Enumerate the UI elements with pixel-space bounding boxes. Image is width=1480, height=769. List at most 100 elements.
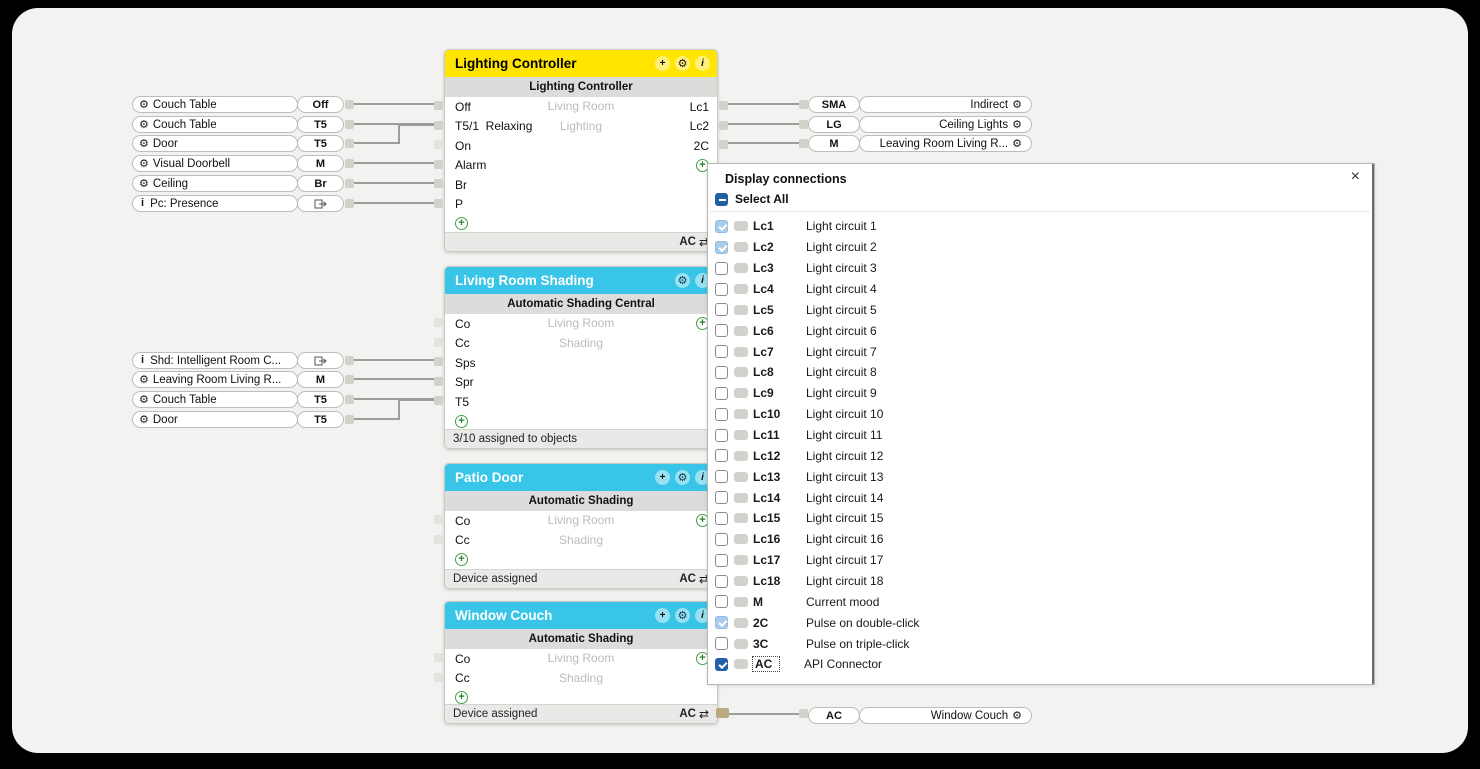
device-tag-couch-table[interactable]: ⚙Couch Table T5 — [132, 116, 344, 133]
gear-icon[interactable]: ⚙ — [1012, 99, 1022, 110]
input-port[interactable]: Co — [445, 649, 717, 669]
connection-checkbox[interactable] — [715, 220, 728, 233]
connector-stub[interactable] — [345, 159, 354, 168]
connector-stub[interactable] — [345, 199, 354, 208]
connector-stub[interactable] — [345, 375, 354, 384]
connection-checkbox[interactable] — [715, 366, 728, 379]
input-port[interactable]: T5 — [445, 392, 717, 412]
device-tag-visual-doorbell[interactable]: ⚙Visual Doorbell M — [132, 155, 344, 172]
device-tag-couch-table[interactable]: ⚙Couch Table T5 — [132, 391, 344, 408]
api-connector-stub[interactable] — [716, 708, 729, 718]
input-port[interactable]: Cc — [445, 531, 717, 551]
gear-icon[interactable]: ⚙ — [1012, 119, 1022, 130]
input-port[interactable]: Spr — [445, 373, 717, 393]
connection-row[interactable]: M Current mood — [715, 591, 1364, 612]
gear-icon[interactable]: ⚙ — [675, 56, 690, 71]
connection-row[interactable]: Lc18 Light circuit 18 — [715, 571, 1364, 592]
output-tag-ceiling-lights[interactable]: LG Ceiling Lights⚙ — [808, 116, 1032, 133]
connection-row[interactable]: Lc12 Light circuit 12 — [715, 445, 1364, 466]
scrollbar[interactable] — [1372, 164, 1375, 684]
connection-row[interactable]: Lc17 Light circuit 17 — [715, 550, 1364, 571]
connector-stub[interactable] — [345, 139, 354, 148]
connection-checkbox[interactable] — [715, 449, 728, 462]
input-stub[interactable] — [434, 673, 443, 682]
gear-icon[interactable]: ⚙ — [139, 394, 149, 405]
info-icon[interactable]: i — [139, 198, 146, 209]
block-living-room-shading[interactable]: Living Room Shading ⚙ i Automatic Shadin… — [444, 266, 718, 449]
connector-stub[interactable] — [345, 395, 354, 404]
input-stub[interactable] — [434, 396, 443, 405]
input-port[interactable]: Cc — [445, 669, 717, 689]
connection-row[interactable]: Lc1 Light circuit 1 — [715, 216, 1364, 237]
gear-icon[interactable]: ⚙ — [139, 158, 149, 169]
connector-stub[interactable] — [345, 100, 354, 109]
device-tag-leaving-room[interactable]: ⚙Leaving Room Living R... M — [132, 371, 344, 388]
connection-checkbox[interactable] — [715, 595, 728, 608]
connection-checkbox[interactable] — [715, 554, 728, 567]
connection-checkbox[interactable] — [715, 387, 728, 400]
connection-checkbox[interactable] — [715, 241, 728, 254]
output-tag-indirect[interactable]: SMA Indirect⚙ — [808, 96, 1032, 113]
connection-row[interactable]: Lc2 Light circuit 2 — [715, 237, 1364, 258]
add-input-icon[interactable]: + — [455, 415, 468, 428]
input-stub[interactable] — [434, 140, 443, 149]
connection-checkbox[interactable] — [715, 262, 728, 275]
connection-checkbox[interactable] — [715, 637, 728, 650]
connection-row[interactable]: Lc9 Light circuit 9 — [715, 383, 1364, 404]
connection-checkbox[interactable] — [715, 283, 728, 296]
connection-checkbox[interactable] — [715, 324, 728, 337]
connection-checkbox[interactable] — [715, 575, 728, 588]
output-port[interactable]: Lc1 — [690, 97, 709, 117]
input-stub[interactable] — [434, 377, 443, 386]
gear-icon[interactable]: ⚙ — [139, 99, 149, 110]
add-input-icon[interactable]: + — [455, 553, 468, 566]
connector-stub[interactable] — [345, 120, 354, 129]
input-port[interactable]: Co — [445, 314, 717, 334]
gear-icon[interactable]: ⚙ — [675, 470, 690, 485]
input-port[interactable]: P — [445, 195, 717, 215]
output-port[interactable]: 2C — [690, 136, 709, 156]
connector-stub[interactable] — [799, 120, 808, 129]
input-stub[interactable] — [434, 101, 443, 110]
gear-icon[interactable]: ⚙ — [675, 273, 690, 288]
input-stub[interactable] — [434, 160, 443, 169]
block-lighting-controller[interactable]: Lighting Controller + ⚙ i Lighting Contr… — [444, 49, 718, 252]
connection-row[interactable]: Lc11 Light circuit 11 — [715, 425, 1364, 446]
connection-checkbox[interactable] — [715, 303, 728, 316]
block-window-couch[interactable]: Window Couch + ⚙ i Automatic Shading Liv… — [444, 601, 718, 724]
input-stub[interactable] — [434, 199, 443, 208]
connection-checkbox[interactable] — [715, 345, 728, 358]
connection-row[interactable]: 3C Pulse on triple-click — [715, 633, 1364, 654]
connector-stub[interactable] — [345, 356, 354, 365]
connection-row[interactable]: Lc8 Light circuit 8 — [715, 362, 1364, 383]
device-tag-ceiling[interactable]: ⚙Ceiling Br — [132, 175, 344, 192]
gear-icon[interactable]: ⚙ — [1012, 138, 1022, 149]
connector-stub[interactable] — [345, 179, 354, 188]
connection-checkbox[interactable] — [715, 512, 728, 525]
info-icon[interactable]: i — [695, 56, 710, 71]
connection-row[interactable]: Lc15 Light circuit 15 — [715, 508, 1364, 529]
input-port[interactable]: Cc — [445, 334, 717, 354]
gear-icon[interactable]: ⚙ — [1012, 710, 1022, 721]
block-header[interactable]: Lighting Controller + ⚙ i — [445, 50, 717, 77]
connection-row[interactable]: Lc7 Light circuit 7 — [715, 341, 1364, 362]
output-stub[interactable] — [719, 121, 728, 130]
connection-checkbox[interactable] — [715, 616, 728, 629]
connection-row[interactable]: 2C Pulse on double-click — [715, 612, 1364, 633]
connection-checkbox[interactable] — [715, 408, 728, 421]
connection-checkbox[interactable] — [715, 491, 728, 504]
device-tag-door[interactable]: ⚙Door T5 — [132, 135, 344, 152]
input-stub[interactable] — [434, 515, 443, 524]
output-tag-leaving-room[interactable]: M Leaving Room Living R...⚙ — [808, 135, 1032, 152]
block-header[interactable]: Living Room Shading ⚙ i — [445, 267, 717, 294]
input-stub[interactable] — [434, 338, 443, 347]
gear-icon[interactable]: ⚙ — [139, 374, 149, 385]
input-stub[interactable] — [434, 357, 443, 366]
gear-icon[interactable]: ⚙ — [139, 119, 149, 130]
input-stub[interactable] — [434, 535, 443, 544]
select-all-checkbox[interactable] — [715, 193, 728, 206]
output-stub[interactable] — [719, 140, 728, 149]
select-all-row[interactable]: Select All — [715, 192, 789, 206]
connector-stub[interactable] — [799, 139, 808, 148]
connection-row[interactable]: Lc3 Light circuit 3 — [715, 258, 1364, 279]
